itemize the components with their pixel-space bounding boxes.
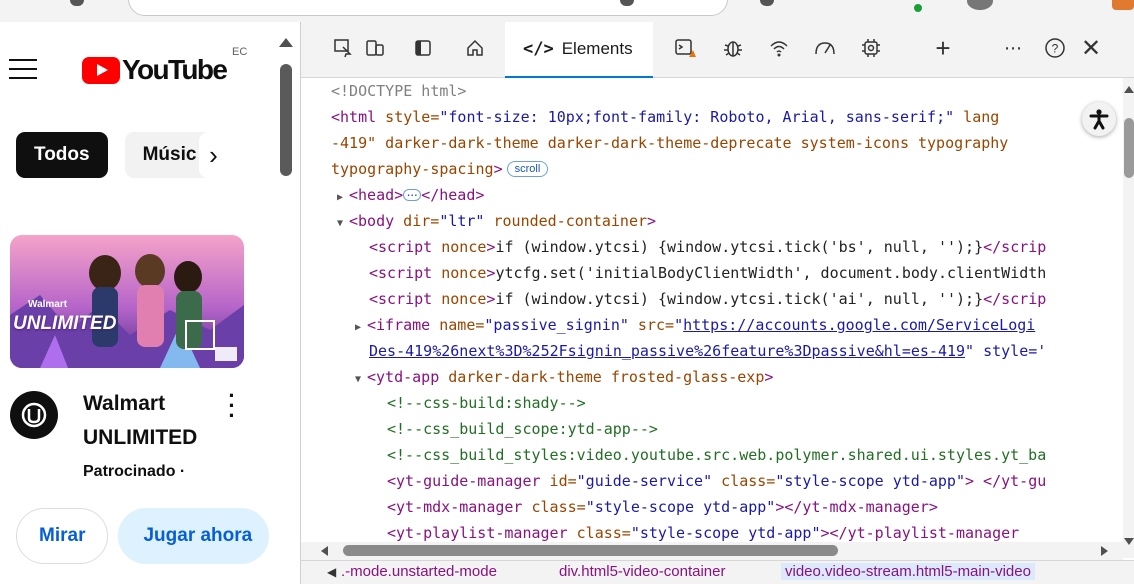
- menu-icon[interactable]: [9, 59, 37, 79]
- dom-line-iframe-cont: Des-419%26next%3D%252Fsignin_passive%26f…: [369, 342, 1047, 360]
- ad-title-line2: UNLIMITED: [83, 426, 198, 449]
- ad-thumbnail[interactable]: Walmart UNLIMITED: [10, 235, 244, 368]
- dom-vertical-scrollbar[interactable]: [1123, 78, 1134, 558]
- horizontal-scroll-thumb[interactable]: [343, 545, 838, 556]
- more-options-icon[interactable]: · · ·: [224, 385, 240, 427]
- elements-code-icon: </>: [523, 39, 554, 59]
- dom-line-guide-manager[interactable]: <yt-guide-manager id="guide-service" cla…: [387, 468, 1046, 494]
- address-bar[interactable]: [128, 0, 728, 16]
- memory-icon[interactable]: [859, 36, 883, 60]
- country-code: EC: [232, 46, 248, 58]
- play-now-button[interactable]: Jugar ahora: [118, 508, 270, 564]
- iframe-src-link[interactable]: https://accounts.google.com/ServiceLogi: [683, 316, 1035, 334]
- device-icon[interactable]: [363, 36, 387, 60]
- scroll-left-arrow-icon[interactable]: [321, 546, 328, 556]
- collapsed-dots-icon[interactable]: [403, 181, 422, 207]
- dom-line-script-2[interactable]: <script nonce>ytcfg.set('initialBodyClie…: [369, 260, 1046, 286]
- extension-icon[interactable]: [760, 0, 774, 6]
- devtools-toolbar: </> Elements + ⋯ ? ✕: [301, 22, 1134, 78]
- ad-title-line1: Walmart: [83, 392, 166, 415]
- dom-line-comment-1[interactable]: <!--css-build:shady-->: [387, 390, 586, 416]
- collapse-triangle-icon[interactable]: ▼: [355, 367, 367, 393]
- sidebar-icon[interactable]: [411, 36, 435, 60]
- vertical-scroll-thumb[interactable]: [1124, 118, 1134, 178]
- dom-line-head[interactable]: ▶<head></head>: [337, 181, 484, 208]
- profile-avatar[interactable]: [967, 0, 993, 10]
- youtube-wordmark: YouTube: [122, 54, 228, 85]
- browser-chrome: [0, 0, 1134, 22]
- dom-line-ytd-app[interactable]: ▼ <ytd-app darker-dark-theme frosted-glas…: [355, 364, 773, 390]
- back-icon[interactable]: [70, 0, 84, 6]
- accessibility-icon[interactable]: [1082, 102, 1116, 136]
- channel-avatar[interactable]: [10, 391, 58, 439]
- watch-button[interactable]: Mirar: [16, 508, 109, 564]
- add-tab-icon[interactable]: +: [931, 33, 955, 63]
- svg-text:?: ?: [1052, 42, 1059, 56]
- tab-elements-label: Elements: [561, 39, 633, 58]
- help-icon[interactable]: ?: [1043, 36, 1067, 60]
- ad-title[interactable]: Walmart UNLIMITED: [83, 387, 223, 455]
- dom-tree: <!DOCTYPE html> <html style="font-size: …: [301, 78, 1123, 558]
- home-icon[interactable]: [463, 36, 487, 60]
- chip-next-chevron-icon[interactable]: ›: [199, 132, 228, 178]
- more-tools-icon[interactable]: ⋯: [1001, 36, 1025, 60]
- dom-line-script-1[interactable]: <script nonce>if (window.ytcsi) {window.…: [369, 234, 1046, 260]
- page-scrollbar-thumb[interactable]: [280, 64, 292, 176]
- youtube-logo[interactable]: YouTube EC: [82, 46, 247, 85]
- youtube-play-icon: [82, 56, 120, 84]
- console-icon[interactable]: [673, 36, 697, 60]
- dom-line-doctype[interactable]: <!DOCTYPE html>: [331, 78, 466, 104]
- dom-line-body[interactable]: ▼ <body dir="ltr" rounded-container>: [337, 208, 656, 234]
- dom-line-script-3[interactable]: <script nonce>if (window.ytcsi) {window.…: [369, 286, 1046, 312]
- breadcrumb-left-arrow-icon[interactable]: ◀: [327, 565, 336, 579]
- ad-actions: Mirar Jugar ahora: [16, 508, 270, 564]
- dom-line-comment-2[interactable]: <!--css_build_scope:ytd-app-->: [387, 416, 658, 442]
- scroll-badge[interactable]: scroll: [506, 161, 549, 177]
- dom-line-iframe[interactable]: ▶ <iframe name="passive_signin" src="http…: [355, 312, 1035, 338]
- chip-todos[interactable]: Todos: [16, 132, 108, 178]
- dom-line-comment-3[interactable]: <!--css_build_styles:video.youtube.src.w…: [387, 442, 1046, 468]
- scroll-down-arrow-icon[interactable]: [1124, 538, 1134, 545]
- inspect-icon[interactable]: [331, 36, 355, 60]
- scroll-up-arrow-icon[interactable]: [1124, 86, 1134, 93]
- dom-line-html[interactable]: <html style="font-size: 10px;font-family…: [331, 104, 999, 130]
- dom-line-html-cont: -419" darker-dark-theme darker-dark-them…: [331, 134, 1009, 152]
- breadcrumb-item[interactable]: div.html5-video-container: [559, 563, 725, 580]
- breadcrumb-item[interactable]: .-mode.unstarted-mode: [341, 563, 497, 580]
- iframe-src-link-cont[interactable]: Des-419%26next%3D%252Fsignin_passive%26f…: [369, 342, 965, 360]
- scroll-right-arrow-icon[interactable]: [1101, 546, 1108, 556]
- sponsored-label: Patrocinado ·: [83, 463, 186, 480]
- thumb-brand: Walmart: [28, 299, 68, 310]
- expand-triangle-icon[interactable]: ▶: [355, 315, 367, 341]
- walmart-unlimited-icon: [21, 402, 47, 428]
- devtools-panel: </> Elements + ⋯ ? ✕ <!DOCTYPE html> <ht…: [300, 22, 1134, 584]
- youtube-page: YouTube EC Todos Músic › Walmart UNLIMIT…: [0, 22, 300, 584]
- dom-horizontal-scrollbar[interactable]: [301, 542, 1123, 560]
- breadcrumb: ◀ .-mode.unstarted-mode div.html5-video-…: [301, 560, 1134, 584]
- collapse-triangle-icon[interactable]: ▼: [337, 211, 349, 237]
- page-scroll-up-arrow[interactable]: [279, 38, 293, 47]
- thumb-title: UNLIMITED: [13, 313, 117, 334]
- bug-icon[interactable]: [721, 36, 745, 60]
- category-chips: Todos Músic ›: [16, 132, 228, 178]
- performance-icon[interactable]: [813, 36, 837, 60]
- network-wifi-icon[interactable]: [767, 36, 791, 60]
- dom-line-mdx-manager[interactable]: <yt-mdx-manager class="style-scope ytd-a…: [387, 494, 938, 520]
- close-devtools-icon[interactable]: ✕: [1079, 35, 1103, 62]
- status-dot-icon: [914, 4, 922, 12]
- dom-line-html-cont2: typography-spacing> scroll: [331, 156, 549, 182]
- breadcrumb-item-selected[interactable]: video.video-stream.html5-main-video: [781, 563, 1035, 580]
- copilot-icon[interactable]: [1112, 0, 1134, 10]
- tab-elements[interactable]: </> Elements: [505, 22, 653, 78]
